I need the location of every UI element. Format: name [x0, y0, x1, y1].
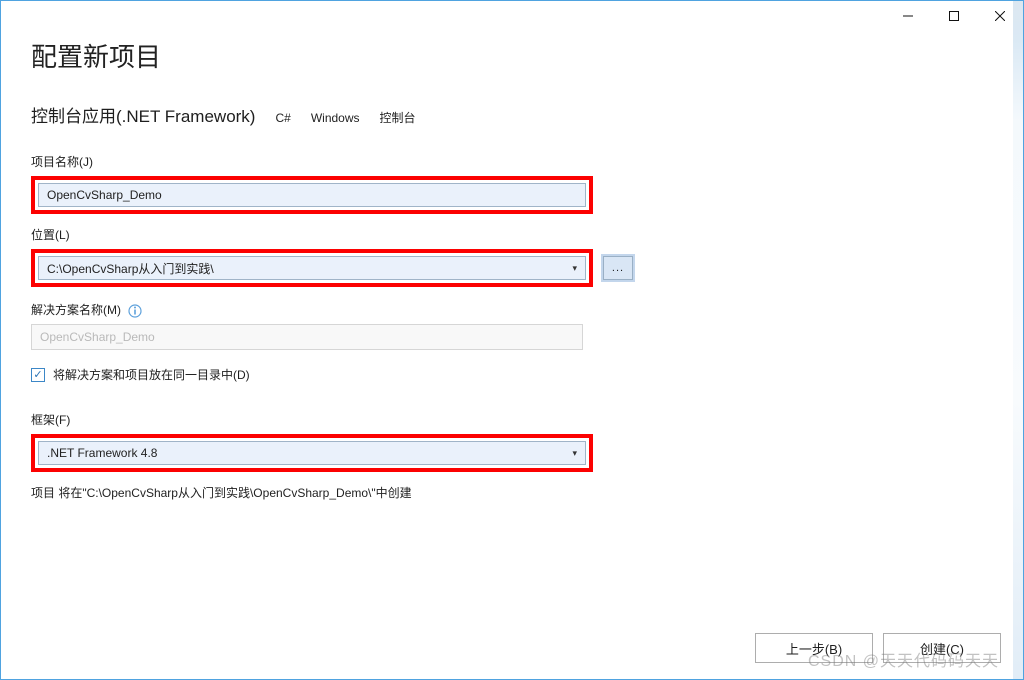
tag-language: C# [275, 111, 290, 125]
framework-highlight: .NET Framework 4.8 ▾ [31, 434, 593, 472]
window-titlebar [1, 1, 1023, 31]
framework-label: 框架(F) [31, 411, 993, 428]
solution-name-input: OpenCvSharp_Demo [31, 324, 583, 350]
location-combo[interactable]: C:\OpenCvSharp从入门到实践\ ▾ [38, 256, 586, 280]
location-highlight: C:\OpenCvSharp从入门到实践\ ▾ [31, 249, 593, 287]
solution-name-label: 解决方案名称(M) [31, 301, 993, 318]
project-name-label: 项目名称(J) [31, 153, 993, 170]
window-minimize-button[interactable] [885, 1, 931, 31]
back-button[interactable]: 上一步(B) [755, 633, 873, 663]
browse-button[interactable]: ... [603, 256, 633, 280]
project-type-row: 控制台应用(.NET Framework) C# Windows 控制台 [31, 102, 993, 127]
chevron-down-icon: ▾ [572, 263, 577, 274]
same-directory-label: 将解决方案和项目放在同一目录中(D) [53, 366, 250, 383]
location-value: C:\OpenCvSharp从入门到实践\ [47, 260, 214, 277]
chevron-down-icon: ▾ [572, 448, 577, 459]
window-close-button[interactable] [977, 1, 1023, 31]
creation-path-hint: 项目 将在"C:\OpenCvSharp从入门到实践\OpenCvSharp_D… [31, 484, 993, 501]
dialog-footer: 上一步(B) 创建(C) [755, 633, 1001, 663]
same-directory-checkbox-row[interactable]: ✓ 将解决方案和项目放在同一目录中(D) [31, 366, 993, 383]
info-icon[interactable] [128, 304, 142, 318]
project-name-input[interactable] [38, 183, 586, 207]
tag-app-type: 控制台 [380, 109, 416, 126]
create-button[interactable]: 创建(C) [883, 633, 1001, 663]
framework-value: .NET Framework 4.8 [47, 446, 157, 460]
dialog-content: 配置新项目 控制台应用(.NET Framework) C# Windows 控… [1, 37, 1023, 501]
tag-platform: Windows [311, 111, 360, 125]
checkbox-icon: ✓ [31, 368, 45, 382]
location-label: 位置(L) [31, 226, 993, 243]
page-title: 配置新项目 [31, 37, 993, 74]
project-name-highlight [31, 176, 593, 214]
project-type-label: 控制台应用(.NET Framework) [31, 102, 255, 127]
window-maximize-button[interactable] [931, 1, 977, 31]
framework-combo[interactable]: .NET Framework 4.8 ▾ [38, 441, 586, 465]
